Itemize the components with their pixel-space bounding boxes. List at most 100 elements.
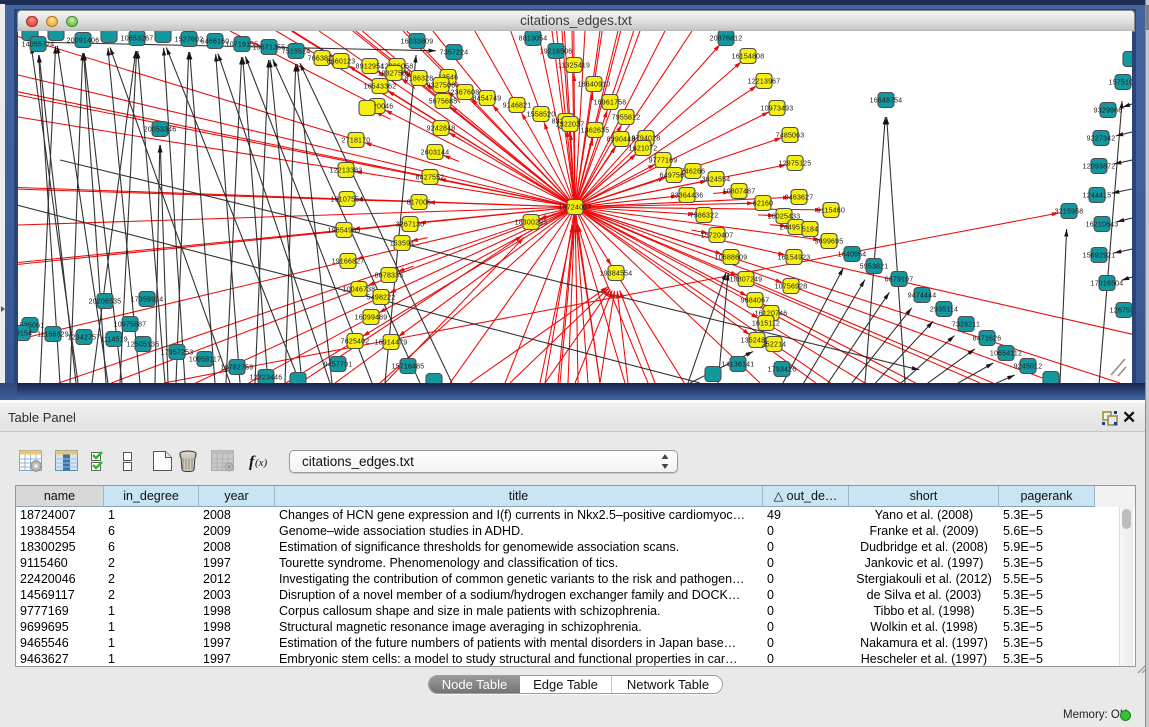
svg-text:14136141: 14136141	[722, 361, 755, 368]
svg-text:252214: 252214	[762, 341, 787, 348]
svg-text:20091406: 20091406	[67, 37, 100, 44]
svg-text:9327508: 9327508	[427, 82, 456, 89]
svg-text:16033809: 16033809	[401, 38, 434, 45]
svg-text:8454749: 8454749	[473, 95, 502, 102]
svg-text:19218506: 19218506	[540, 48, 573, 55]
svg-text:10654112: 10654112	[990, 350, 1022, 357]
svg-text:8471626: 8471626	[973, 335, 1002, 342]
svg-text:817006: 817006	[407, 199, 432, 206]
svg-text:16210643: 16210643	[1086, 221, 1119, 228]
svg-text:12093872: 12093872	[1083, 163, 1116, 170]
svg-text:1527602: 1527602	[175, 36, 204, 43]
svg-text:8660123: 8660123	[327, 58, 356, 65]
svg-text:8427552: 8427552	[416, 174, 445, 181]
svg-text:19671355: 19671355	[253, 44, 286, 51]
svg-text:3624554: 3624554	[702, 176, 731, 183]
svg-text:16099489: 16099489	[355, 314, 388, 321]
svg-text:9699695: 9699695	[815, 238, 844, 245]
svg-text:5675685: 5675685	[429, 98, 458, 105]
svg-text:9474444: 9474444	[908, 292, 937, 299]
svg-text:19654985: 19654985	[328, 227, 361, 234]
svg-text:20206535: 20206535	[89, 298, 122, 305]
svg-text:62160: 62160	[753, 200, 773, 207]
svg-text:1621072: 1621072	[629, 145, 658, 152]
svg-text:19166827: 19166827	[332, 258, 365, 265]
svg-text:9227342: 9227342	[1087, 135, 1116, 142]
svg-text:9115460: 9115460	[817, 207, 845, 214]
svg-text:16107554: 16107554	[331, 196, 364, 203]
svg-text:39154: 39154	[18, 330, 32, 337]
svg-text:9684067: 9684067	[741, 297, 770, 304]
svg-text:10756928: 10756928	[775, 283, 808, 290]
svg-text:20053346: 20053346	[144, 126, 177, 133]
svg-text:17957253: 17957253	[161, 349, 194, 356]
svg-text:7515524: 7515524	[282, 48, 311, 55]
svg-text:9329966: 9329966	[1094, 107, 1123, 114]
svg-text:7625402: 7625402	[341, 338, 370, 345]
svg-text:12213967: 12213967	[748, 78, 781, 85]
svg-text:16648754: 16648754	[870, 97, 903, 104]
svg-text:153594: 153594	[390, 240, 415, 247]
svg-text:12213383: 12213383	[330, 167, 363, 174]
svg-text:1615112: 1615112	[752, 320, 780, 327]
svg-text:5498222: 5498222	[367, 294, 396, 301]
svg-text:11156829: 11156829	[37, 331, 69, 338]
svg-text:12323446: 12323446	[250, 374, 283, 381]
svg-text:14055724: 14055724	[22, 41, 55, 48]
svg-text:8813054: 8813054	[519, 35, 548, 42]
svg-text:23364436: 23364436	[671, 192, 704, 199]
svg-text:15692921: 15692921	[1083, 252, 1116, 259]
svg-text:10807487: 10807487	[723, 188, 756, 195]
svg-text:10046738: 10046738	[343, 286, 376, 293]
svg-text:8186328: 8186328	[405, 75, 434, 82]
svg-text:12975125: 12975125	[779, 160, 812, 167]
svg-text:16782759: 16782759	[221, 364, 254, 371]
svg-text:18724007: 18724007	[559, 204, 592, 211]
svg-text:9463627: 9463627	[785, 194, 814, 201]
svg-text:10975887: 10975887	[114, 321, 147, 328]
svg-text:2935114: 2935114	[930, 306, 958, 313]
svg-text:7986322: 7986322	[690, 212, 719, 219]
svg-text:1793426: 1793426	[768, 366, 797, 373]
svg-text:7955812: 7955812	[612, 114, 641, 121]
svg-text:12342757: 12342757	[68, 334, 101, 341]
svg-text:7357224: 7357224	[440, 49, 469, 56]
svg-text:9245012: 9245012	[1014, 363, 1043, 370]
svg-text:7485063: 7485063	[776, 132, 805, 139]
svg-text:15720407: 15720407	[701, 232, 734, 239]
svg-text:1575104: 1575104	[1109, 79, 1132, 86]
svg-text:3215958: 3215958	[1055, 208, 1084, 215]
svg-text:(x): (x)	[255, 457, 268, 469]
svg-text:16543362: 16543362	[364, 83, 397, 90]
svg-text:7326211: 7326211	[952, 321, 980, 328]
svg-text:10958117: 10958117	[189, 356, 221, 363]
svg-text:17359924: 17359924	[131, 296, 164, 303]
svg-text:6879197: 6879197	[885, 276, 914, 283]
svg-text:17016504: 17016504	[1091, 280, 1124, 287]
svg-text:20876812: 20876812	[710, 35, 743, 42]
svg-text:1244415: 1244415	[1083, 192, 1112, 199]
svg-text:1114519: 1114519	[100, 336, 128, 343]
svg-text:16961758: 16961758	[594, 99, 627, 106]
svg-text:10688609: 10688609	[715, 254, 748, 261]
svg-text:10973493: 10973493	[761, 105, 794, 112]
svg-text:18300295: 18300295	[515, 219, 548, 226]
svg-text:5953821: 5953821	[860, 263, 889, 270]
svg-text:2718170: 2718170	[342, 137, 371, 144]
svg-text:1640954: 1640954	[838, 251, 867, 258]
svg-text:11325419: 11325419	[558, 62, 590, 69]
svg-text:5184: 5184	[802, 226, 818, 233]
svg-text:16154808: 16154808	[732, 53, 765, 60]
svg-text:9242848: 9242848	[427, 125, 456, 132]
svg-text:18807249: 18807249	[730, 276, 763, 283]
svg-text:2603144: 2603144	[421, 149, 450, 156]
svg-text:19384554: 19384554	[600, 270, 633, 277]
svg-text:1558520: 1558520	[527, 111, 556, 118]
svg-text:12505135: 12505135	[127, 341, 160, 348]
svg-text:16914479: 16914479	[375, 339, 408, 346]
svg-text:1362635: 1362635	[581, 127, 610, 134]
svg-text:8678335: 8678335	[375, 272, 404, 279]
svg-text:18640910: 18640910	[578, 81, 611, 88]
svg-text:9146821: 9146821	[503, 102, 532, 109]
svg-text:10653267: 10653267	[121, 35, 154, 42]
